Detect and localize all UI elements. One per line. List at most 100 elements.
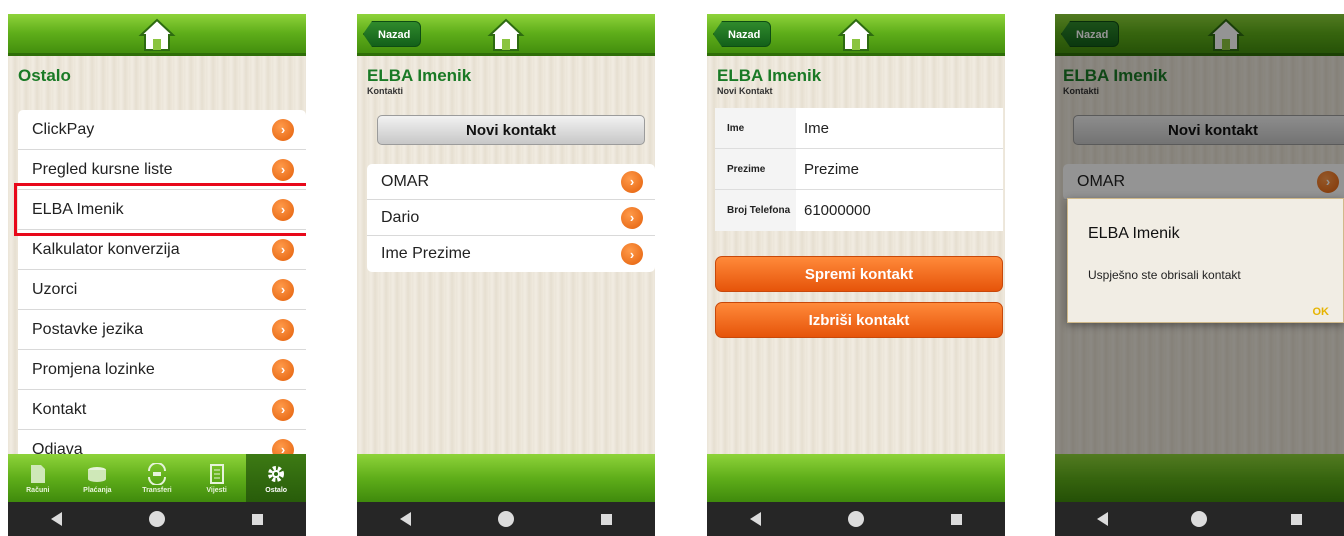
back-icon[interactable] <box>400 512 412 526</box>
home-icon[interactable] <box>487 17 525 53</box>
page-title: ELBA Imenik <box>367 66 472 85</box>
dialog-message: Uspješno ste obrisali kontakt <box>1088 268 1241 282</box>
contact-list: OMAR › Dario › Ime Prezime › <box>367 164 655 272</box>
chevron-right-icon: › <box>272 118 294 141</box>
tab-label: Plaćanja <box>83 486 112 494</box>
bottom-bar <box>357 454 655 502</box>
android-nav-bar <box>707 502 1005 536</box>
chevron-right-icon: › <box>272 278 294 301</box>
back-icon[interactable] <box>1096 512 1108 526</box>
menu-item-label: ClickPay <box>32 120 95 138</box>
menu-item-label: Pregled kursne liste <box>32 160 173 178</box>
recent-apps-icon[interactable] <box>950 513 962 525</box>
field-label: Prezime <box>715 149 796 189</box>
android-nav-bar <box>357 502 655 536</box>
back-icon[interactable] <box>51 512 63 526</box>
home-icon[interactable] <box>837 17 875 53</box>
ok-button[interactable]: OK <box>1313 306 1330 318</box>
menu-item-uzorci[interactable]: Uzorci › <box>18 270 306 310</box>
form-row-telefon: Broj Telefona <box>715 190 1003 231</box>
tab-vijesti[interactable]: Vijesti <box>187 454 247 502</box>
back-icon[interactable] <box>750 512 762 526</box>
contact-item[interactable]: OMAR › <box>367 164 655 200</box>
last-name-field[interactable] <box>796 149 1003 189</box>
menu-item-label: Uzorci <box>32 280 78 298</box>
field-label: Broj Telefona <box>715 190 796 231</box>
delete-contact-button[interactable]: Izbriši kontakt <box>715 302 1003 338</box>
menu-item-kalkulator[interactable]: Kalkulator konverzija › <box>18 230 306 270</box>
tab-label: Vijesti <box>206 486 227 494</box>
transfer-icon <box>147 462 166 485</box>
android-nav-bar <box>1055 502 1344 536</box>
contact-form: Ime Prezime Broj Telefona <box>715 108 1003 231</box>
contact-item[interactable]: Dario › <box>367 200 655 236</box>
field-label: Ime <box>715 108 796 148</box>
top-bar: Nazad <box>357 14 655 56</box>
top-bar <box>8 14 306 56</box>
tab-label: Ostalo <box>265 486 288 494</box>
page-subtitle: Kontakti <box>367 86 403 96</box>
tab-transferi[interactable]: Transferi <box>127 454 187 502</box>
first-name-field[interactable] <box>796 108 1003 148</box>
home-icon[interactable] <box>138 17 176 53</box>
alert-dialog: ELBA Imenik Uspješno ste obrisali kontak… <box>1067 198 1344 323</box>
chevron-right-icon: › <box>272 398 294 421</box>
chevron-right-icon: › <box>272 358 294 381</box>
home-circle-icon[interactable] <box>497 511 514 527</box>
chevron-right-icon: › <box>272 238 294 261</box>
menu-item-kontakt[interactable]: Kontakt › <box>18 390 306 430</box>
recent-apps-icon[interactable] <box>600 513 612 525</box>
recent-apps-icon[interactable] <box>1291 513 1303 525</box>
home-circle-icon[interactable] <box>1191 511 1208 527</box>
home-circle-icon[interactable] <box>847 511 864 527</box>
menu-item-label: Kontakt <box>32 400 87 418</box>
page-title: Ostalo <box>18 66 71 85</box>
menu-item-label: Kalkulator konverzija <box>32 240 180 258</box>
menu-item-promjena-lozinke[interactable]: Promjena lozinke › <box>18 350 306 390</box>
screen-ostalo: Ostalo ClickPay › Pregled kursne liste › E… <box>8 14 306 536</box>
tab-bar: Računi Plaćanja Transferi Vijesti Ostalo <box>8 454 306 502</box>
menu-item-clickpay[interactable]: ClickPay › <box>18 110 306 150</box>
home-circle-icon[interactable] <box>148 511 165 527</box>
newspaper-icon <box>209 463 224 484</box>
recent-apps-icon[interactable] <box>251 513 263 525</box>
contact-name: Ime Prezime <box>381 245 471 262</box>
dialog-title: ELBA Imenik <box>1088 225 1180 242</box>
page-subtitle: Novi Kontakt <box>717 86 773 96</box>
highlight-box <box>14 183 306 236</box>
menu-item-postavke-jezika[interactable]: Postavke jezika › <box>18 310 306 350</box>
android-nav-bar <box>8 502 306 536</box>
screen-novi-kontakt: Nazad ELBA Imenik Novi Kontakt Ime Prezi… <box>707 14 1005 536</box>
tab-placanja[interactable]: Plaćanja <box>68 454 128 502</box>
back-button[interactable]: Nazad <box>363 21 422 47</box>
top-bar: Nazad <box>707 14 1005 56</box>
coins-icon <box>88 466 107 482</box>
contact-item[interactable]: Ime Prezime › <box>367 236 655 272</box>
form-row-ime: Ime <box>715 108 1003 149</box>
phone-field[interactable] <box>796 190 1003 231</box>
chevron-right-icon: › <box>272 158 294 181</box>
menu-item-label: Postavke jezika <box>32 320 144 338</box>
screen-kontakti: Nazad ELBA Imenik Kontakti Novi kontakt … <box>357 14 655 536</box>
back-button[interactable]: Nazad <box>713 21 772 47</box>
tab-ostalo[interactable]: Ostalo <box>246 454 306 502</box>
contact-name: OMAR <box>381 172 429 190</box>
form-row-prezime: Prezime <box>715 149 1003 190</box>
chevron-right-icon: › <box>621 206 643 229</box>
menu-list: ClickPay › Pregled kursne liste › ELBA Ime… <box>18 110 306 470</box>
page-title: ELBA Imenik <box>717 66 822 85</box>
chevron-right-icon: › <box>621 170 643 193</box>
gear-icon <box>268 465 285 482</box>
tab-racuni[interactable]: Računi <box>8 454 68 502</box>
save-contact-button[interactable]: Spremi kontakt <box>715 256 1003 292</box>
tab-label: Transferi <box>142 486 172 494</box>
menu-item-label: Promjena lozinke <box>32 360 155 378</box>
tab-label: Računi <box>26 486 50 494</box>
document-icon <box>30 464 45 483</box>
bottom-bar <box>707 454 1005 502</box>
screen-dialog: Nazad ELBA Imenik Kontakti Novi kontakt … <box>1055 14 1344 536</box>
contact-name: Dario <box>381 208 420 226</box>
chevron-right-icon: › <box>621 243 643 265</box>
new-contact-button[interactable]: Novi kontakt <box>377 115 645 145</box>
chevron-right-icon: › <box>272 318 294 341</box>
